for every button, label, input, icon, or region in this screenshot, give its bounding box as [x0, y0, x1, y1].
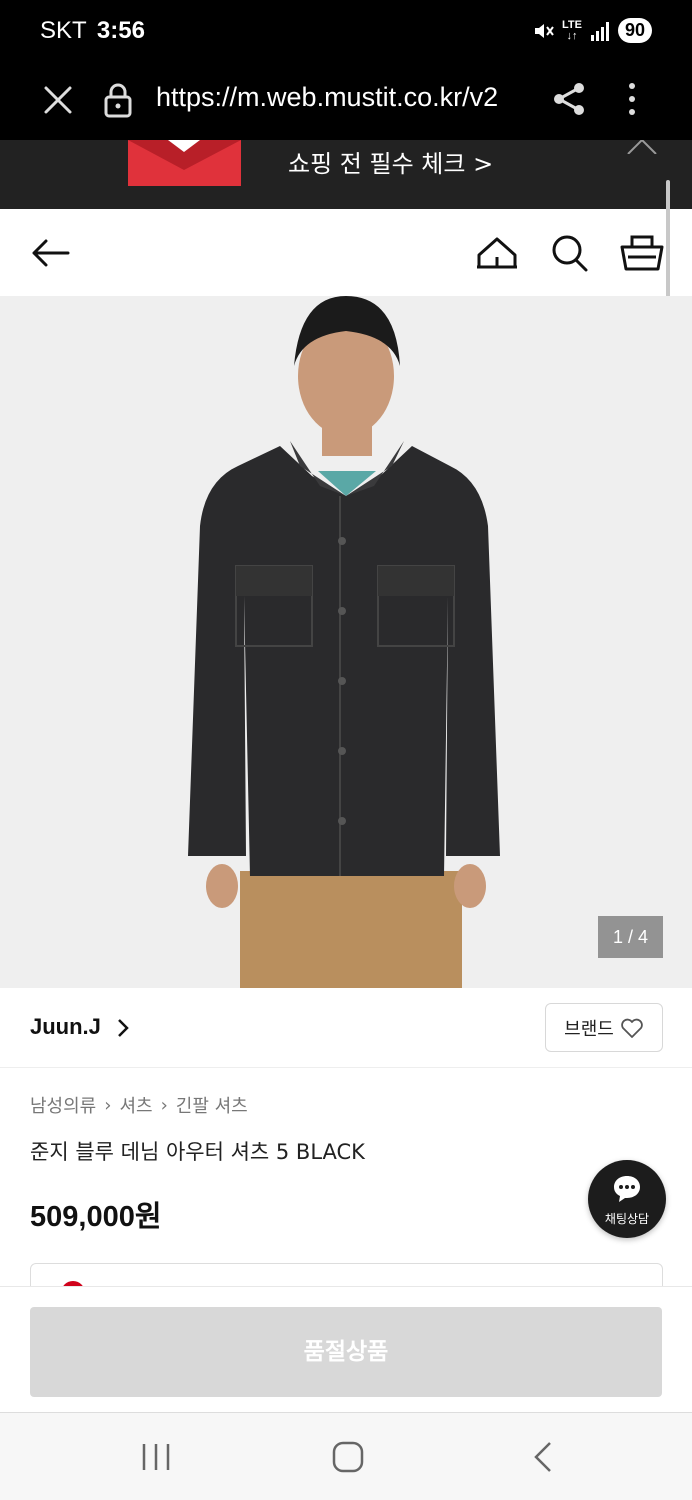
more-menu-icon[interactable]	[622, 81, 642, 117]
status-bar: SKT 3:56 LTE ↓↑ 90	[0, 0, 692, 64]
back-arrow-icon[interactable]	[28, 231, 74, 275]
mute-icon	[535, 23, 554, 38]
clock: 3:56	[96, 17, 145, 44]
breadcrumb-separator-icon: ›	[104, 1094, 112, 1116]
bottom-action-bar: 품절상품	[0, 1286, 692, 1412]
product-price: 509,000원	[30, 1201, 162, 1233]
url-field[interactable]: https://m.web.mustit.co.kr/v2	[156, 82, 530, 113]
promo-envelope-graphic	[128, 140, 241, 186]
heart-icon	[621, 1018, 643, 1038]
signal-icon	[590, 21, 609, 41]
site-header	[0, 209, 692, 296]
home-icon[interactable]	[474, 231, 520, 275]
network-indicator: LTE ↓↑	[562, 18, 582, 42]
breadcrumb: 남성의류 › 셔츠 › 긴팔 셔츠	[30, 1092, 248, 1118]
image-counter: 1 / 4	[598, 916, 663, 958]
product-image[interactable]	[0, 296, 692, 988]
carrier-label: SKT	[40, 17, 87, 44]
brand-row: Juun.J 브랜드	[0, 988, 692, 1068]
product-title: 준지 블루 데님 아우터 셔츠 5 BLACK	[30, 1140, 365, 1164]
promo-close-icon[interactable]	[624, 140, 660, 154]
chat-consult-button[interactable]: 채팅상담	[588, 1160, 666, 1238]
cart-basket-icon[interactable]	[618, 229, 666, 275]
envelope-icon	[128, 140, 241, 170]
breadcrumb-item[interactable]: 셔츠	[119, 1092, 152, 1118]
brand-button-label: 브랜드	[564, 1018, 614, 1040]
lock-icon[interactable]	[102, 82, 134, 118]
chevron-right-icon[interactable]	[116, 1018, 130, 1038]
close-icon[interactable]	[40, 82, 76, 118]
breadcrumb-item[interactable]: 긴팔 셔츠	[176, 1092, 248, 1118]
brand-like-button[interactable]: 브랜드	[545, 1003, 663, 1052]
battery-indicator: 90	[617, 18, 652, 43]
search-icon[interactable]	[550, 231, 590, 275]
promo-text: 쇼핑 전 필수 체크 >	[288, 150, 494, 178]
soldout-button[interactable]: 품절상품	[30, 1307, 662, 1397]
chat-label: 채팅상담	[604, 1212, 650, 1226]
brand-link[interactable]: Juun.J	[30, 1014, 101, 1040]
breadcrumb-separator-icon: ›	[160, 1094, 168, 1116]
share-icon[interactable]	[552, 81, 586, 117]
recent-apps-icon[interactable]	[138, 1441, 174, 1473]
system-nav-bar	[0, 1412, 692, 1500]
chat-bubble-icon	[614, 1176, 640, 1202]
product-photo	[0, 296, 692, 988]
breadcrumb-item[interactable]: 남성의류	[30, 1092, 96, 1118]
home-nav-icon[interactable]	[330, 1439, 366, 1475]
back-nav-icon[interactable]	[528, 1439, 558, 1475]
browser-toolbar: https://m.web.mustit.co.kr/v2	[0, 64, 692, 140]
promo-banner[interactable]: 쇼핑 전 필수 체크 >	[0, 140, 692, 209]
